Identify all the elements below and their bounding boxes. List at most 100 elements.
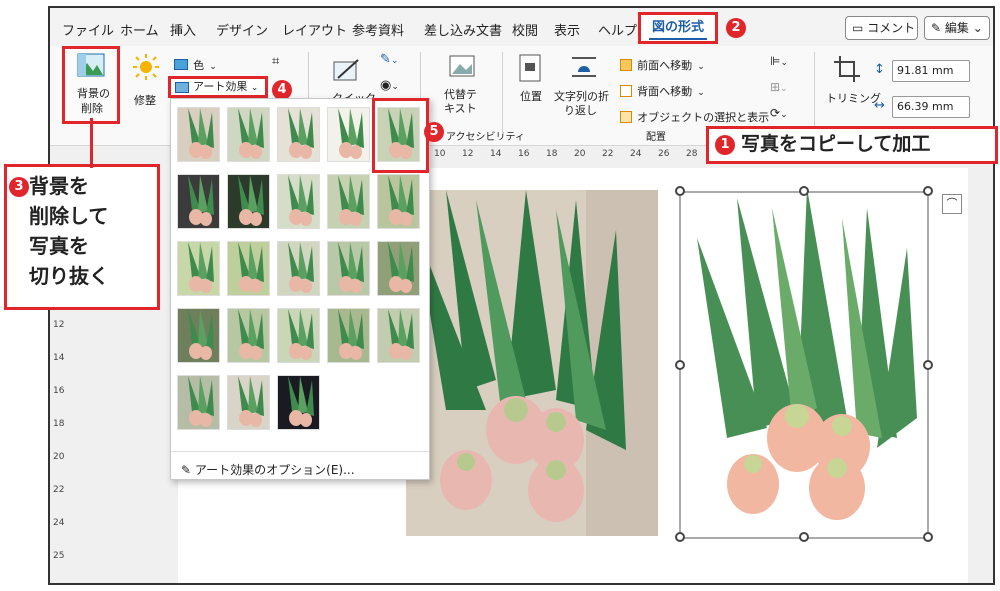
art-effect-option[interactable]	[227, 107, 270, 162]
corrections-button[interactable]: 修整	[128, 52, 164, 122]
color-button[interactable]: 色 ⌄	[174, 54, 234, 72]
art-effects-label: アート効果	[193, 80, 248, 93]
edit-button[interactable]: ✎ 編集 ⌄	[924, 16, 990, 40]
art-effect-option[interactable]	[327, 241, 370, 296]
menu-bar: ファイル ホーム 挿入 デザイン レイアウト 参考資料 差し込み文書 校閲 表示…	[50, 8, 993, 46]
art-effect-option[interactable]	[177, 241, 220, 296]
comment-icon: ▭	[852, 21, 864, 35]
word-window: ファイル ホーム 挿入 デザイン レイアウト 参考資料 差し込み文書 校閲 表示…	[48, 6, 995, 585]
alt-text-button[interactable]: 代替テ キスト	[440, 54, 488, 124]
art-effect-option[interactable]	[177, 375, 220, 430]
tab-view[interactable]: 表示	[554, 20, 580, 39]
picture-border-button[interactable]: ✎⌄	[380, 52, 398, 67]
art-effect-option[interactable]	[277, 375, 320, 430]
tab-design[interactable]: デザイン	[216, 20, 268, 39]
comment-button[interactable]: ▭ コメント	[845, 16, 918, 40]
comment-label: コメント	[867, 21, 916, 35]
resize-handle[interactable]	[923, 186, 933, 196]
rotate-button[interactable]: ⟳⌄	[770, 106, 788, 120]
bring-forward-button[interactable]: 前面へ移動 ⌄	[620, 54, 705, 72]
art-effect-option[interactable]	[327, 174, 370, 229]
tab-home[interactable]: ホーム	[120, 20, 159, 39]
wrap-text-button[interactable]: 文字列の折 り返し	[554, 54, 614, 124]
art-effect-option[interactable]	[177, 107, 220, 162]
art-effect-option[interactable]	[377, 241, 420, 296]
tab-picture-format[interactable]: 図の形式	[638, 12, 718, 44]
compress-pictures-button[interactable]: ⌗	[272, 54, 279, 69]
height-field[interactable]: 91.81 mm	[892, 60, 970, 82]
ruler-tick-label: 22	[602, 149, 614, 159]
resize-handle[interactable]	[675, 186, 685, 196]
wrap-text-icon: ⌒	[946, 197, 958, 210]
ruler-tick-label: 22	[53, 485, 65, 495]
tab-insert[interactable]: 挿入	[170, 20, 196, 39]
chevron-down-icon: ⌄	[780, 110, 788, 120]
art-effect-option[interactable]	[277, 174, 320, 229]
brush-icon: ✎	[181, 463, 192, 477]
tab-layout[interactable]: レイアウト	[282, 20, 347, 39]
resize-handle[interactable]	[675, 360, 685, 370]
callout-3-line-4: 切り抜く	[29, 264, 109, 288]
art-effects-button[interactable]: アート効果 ⌄	[168, 76, 268, 98]
tab-file[interactable]: ファイル	[62, 20, 114, 39]
art-effect-option[interactable]	[177, 174, 220, 229]
art-effects-options-link[interactable]: ✎ アート効果のオプション(E)...	[181, 461, 355, 478]
art-effect-option[interactable]	[277, 241, 320, 296]
effects-icon: ◉	[380, 78, 392, 93]
resize-handle[interactable]	[799, 532, 809, 542]
remove-background-label-2: 削除	[81, 102, 103, 115]
picture-effects-button[interactable]: ◉⌄	[380, 78, 399, 93]
art-effect-option[interactable]	[327, 107, 370, 162]
gallery-divider	[171, 451, 429, 452]
art-effect-option[interactable]	[227, 375, 270, 430]
selection-pane-label: オブジェクトの選択と表示	[637, 111, 770, 124]
resize-handle[interactable]	[923, 532, 933, 542]
selection-pane-button[interactable]: オブジェクトの選択と表示	[620, 106, 769, 124]
art-effect-option[interactable]	[227, 241, 270, 296]
art-effect-option[interactable]	[377, 174, 420, 229]
art-effects-options-label: アート効果のオプション(E)...	[194, 463, 355, 477]
bring-forward-label: 前面へ移動	[637, 59, 693, 72]
tab-review[interactable]: 校閲	[512, 20, 538, 39]
wrap-text-icon	[572, 57, 596, 77]
art-effect-option[interactable]	[227, 174, 270, 229]
group-button[interactable]: ⊞⌄	[770, 80, 788, 94]
tab-mailings[interactable]: 差し込み文書	[424, 20, 502, 39]
ruler-tick-label: 16	[518, 149, 530, 159]
tulip-thumbnail-icon	[188, 376, 214, 427]
pencil-icon: ✎	[931, 21, 942, 35]
layout-options-button[interactable]: ⌒	[942, 194, 962, 214]
remove-background-label-1: 背景の	[77, 87, 110, 100]
tab-references[interactable]: 参考資料	[352, 20, 404, 39]
art-effect-option[interactable]	[277, 107, 320, 162]
crop-button[interactable]: トリミング	[826, 56, 881, 120]
resize-handle[interactable]	[675, 532, 685, 542]
align-button[interactable]: ⊫⌄	[770, 54, 788, 68]
original-photo[interactable]	[406, 190, 658, 536]
art-effect-option[interactable]	[377, 308, 420, 363]
remove-background-button[interactable]: 背景の 削除	[62, 46, 120, 124]
tulip-thumbnail-icon	[338, 309, 364, 360]
tulip-thumbnail-icon	[338, 175, 364, 226]
callout-3-line-2: 削除して	[29, 204, 109, 228]
step-4-marker: 4	[272, 80, 292, 100]
resize-handle[interactable]	[923, 360, 933, 370]
tulip-thumbnail-icon	[338, 108, 364, 159]
art-effect-option[interactable]	[327, 308, 370, 363]
align-icon: ⊫	[770, 54, 781, 68]
resize-handle[interactable]	[799, 186, 809, 196]
art-effect-option[interactable]	[177, 308, 220, 363]
send-backward-button[interactable]: 背面へ移動 ⌄	[620, 80, 705, 98]
callout-3-connector	[90, 118, 93, 168]
width-field[interactable]: 66.39 mm	[892, 96, 970, 118]
processed-photo-copy[interactable]	[675, 186, 933, 542]
tulip-thumbnail-icon	[238, 309, 264, 360]
step-1-marker: 1	[715, 135, 735, 155]
art-effect-option[interactable]	[227, 308, 270, 363]
width-icon: ↔	[874, 98, 885, 113]
tab-help[interactable]: ヘルプ	[598, 20, 637, 39]
group-divider	[814, 52, 815, 134]
position-button[interactable]: 位置	[512, 54, 548, 124]
art-effect-option[interactable]	[277, 308, 320, 363]
chevron-down-icon: ⌄	[780, 84, 788, 94]
